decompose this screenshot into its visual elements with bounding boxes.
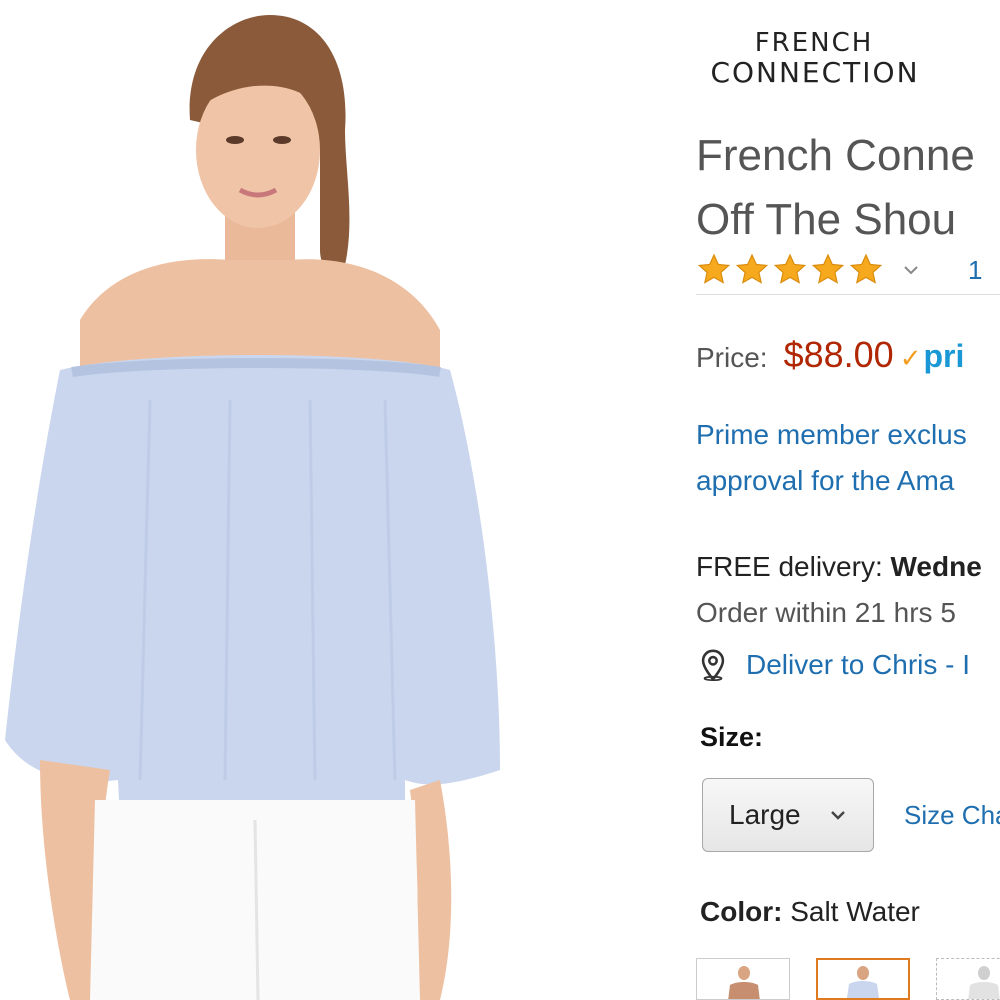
price-label: Price: — [696, 342, 768, 373]
brand-logo-line1: FRENCH — [754, 28, 874, 58]
size-dropdown[interactable]: Large — [702, 778, 874, 852]
star-icon — [811, 253, 845, 284]
color-swatch[interactable] — [696, 958, 790, 1000]
star-icon — [735, 253, 769, 284]
color-swatch-selected[interactable] — [816, 958, 910, 1000]
product-title: French Conne Off The Shou — [696, 124, 1000, 252]
check-icon: ✓ — [899, 343, 922, 373]
product-title-line2: Off The Shou — [696, 195, 957, 244]
chevron-down-icon[interactable] — [902, 264, 920, 276]
swatch-thumbnail — [968, 966, 1000, 999]
map-pin-icon — [701, 649, 725, 682]
prime-offer-link[interactable]: Prime member exclus approval for the Ama — [696, 412, 1000, 504]
prime-offer-line2: approval for the Ama — [696, 465, 955, 496]
color-swatch[interactable] — [936, 958, 1000, 1000]
free-delivery-date: Wedne — [890, 551, 982, 582]
star-icon — [849, 253, 883, 284]
prime-offer-line1: Prime member exclus — [696, 419, 967, 450]
chevron-down-icon — [831, 811, 845, 820]
deliver-to-text: Deliver to Chris - I — [746, 649, 971, 680]
size-selected-value: Large — [729, 799, 801, 830]
color-label: Color: — [700, 896, 783, 927]
color-value: Salt Water — [782, 896, 920, 927]
order-within-text: Order within 21 hrs 5 — [696, 597, 956, 628]
size-label: Size: — [700, 722, 764, 752]
ratings-count-link[interactable]: 1 — [968, 255, 982, 286]
brand-logo-line2: CONNECTION — [710, 56, 920, 89]
size-chart-link[interactable]: Size Cha — [904, 800, 1000, 831]
prime-badge-text: pri — [923, 338, 965, 374]
product-image[interactable] — [0, 0, 560, 1000]
price-value: $88.00 — [783, 334, 894, 375]
free-delivery-line: FREE delivery: Wedne — [696, 544, 982, 590]
rating-row[interactable]: 1 — [696, 252, 982, 288]
star-icon — [773, 253, 807, 284]
divider — [696, 294, 1000, 295]
swatch-thumbnail — [728, 966, 760, 999]
brand-logo[interactable]: FRENCH CONNECTION — [694, 28, 994, 88]
deliver-to-link[interactable]: Deliver to Chris - I — [696, 648, 970, 682]
prime-badge[interactable]: ✓ pri — [900, 338, 965, 375]
delivery-info: FREE delivery: Wedne Order within 21 hrs… — [696, 544, 982, 636]
swatch-thumbnail — [847, 966, 879, 998]
free-delivery-label: FREE delivery: — [696, 551, 891, 582]
product-title-line1: French Conne — [696, 131, 975, 180]
color-row: Color: Salt Water — [700, 896, 920, 928]
price-row: Price: $88.00 ✓ pri — [696, 334, 964, 376]
star-icon — [697, 253, 731, 284]
product-photo — [5, 15, 500, 1000]
star-rating[interactable] — [696, 252, 884, 288]
